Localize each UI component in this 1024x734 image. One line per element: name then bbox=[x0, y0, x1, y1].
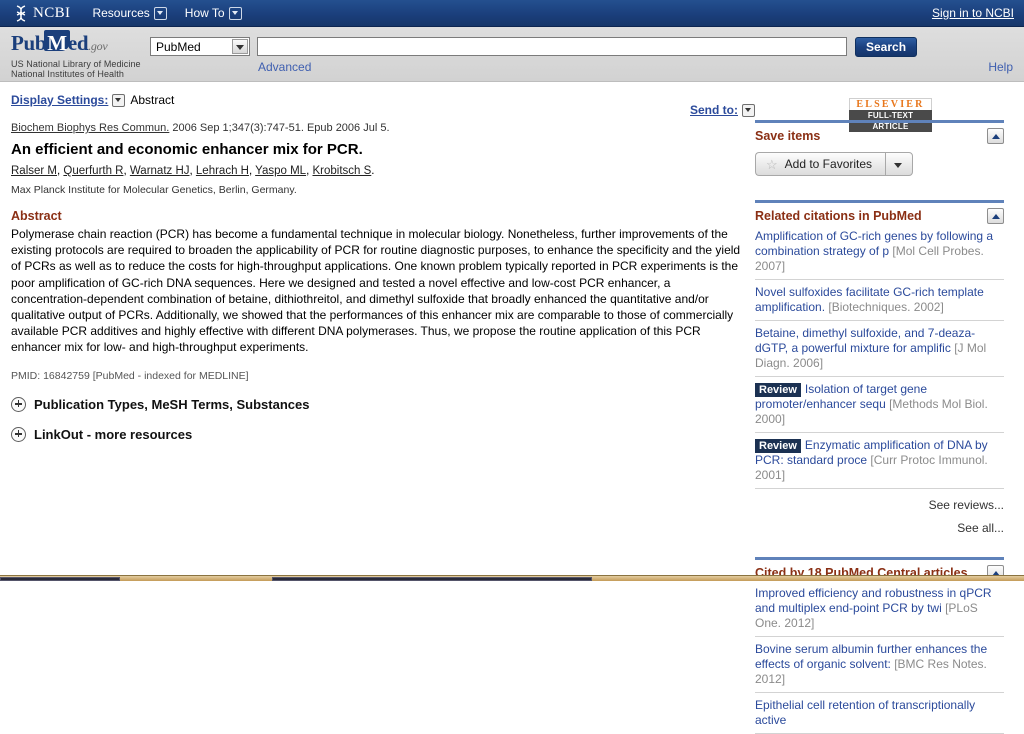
author-link[interactable]: Ralser M bbox=[11, 165, 57, 177]
plus-icon bbox=[11, 426, 26, 442]
author-link[interactable]: Warnatz HJ bbox=[130, 165, 190, 177]
star-icon: ☆ bbox=[766, 156, 778, 172]
author-link[interactable]: Lehrach H bbox=[196, 165, 249, 177]
taskbar-item[interactable] bbox=[0, 577, 120, 581]
collapse-toggle-icon[interactable] bbox=[987, 208, 1004, 224]
help-link[interactable]: Help bbox=[988, 60, 1013, 74]
author-separator: . bbox=[371, 165, 375, 177]
ncbi-wordmark: NCBI bbox=[33, 4, 71, 21]
author-link[interactable]: Yaspo ML bbox=[255, 165, 306, 177]
display-settings-value: Abstract bbox=[130, 93, 175, 107]
logo-ed: ed bbox=[67, 31, 89, 55]
menu-how-to-label: How To bbox=[184, 6, 225, 20]
page-body: Display Settings: Abstract Biochem Bioph… bbox=[0, 82, 1024, 734]
panel-header: Save items bbox=[755, 128, 1004, 144]
plus-icon bbox=[11, 396, 26, 412]
pubmed-header: PubMed.gov US National Library of Medici… bbox=[0, 27, 1024, 82]
affiliation: Max Planck Institute for Molecular Genet… bbox=[11, 184, 297, 196]
author-link[interactable]: Krobitsch S bbox=[312, 165, 371, 177]
related-citation-item[interactable]: Review Isolation of target gene promoter/… bbox=[755, 377, 1004, 433]
article-title: An efficient and economic enhancer mix f… bbox=[11, 141, 363, 158]
sidebar: Save items ☆ Add to Favorites Related ci… bbox=[755, 82, 1014, 734]
display-settings-control[interactable]: Display Settings: Abstract bbox=[11, 92, 755, 108]
ncbi-menu: Resources How To bbox=[92, 6, 242, 20]
panel-divider bbox=[755, 557, 1004, 560]
add-to-favorites-button[interactable]: ☆ Add to Favorites bbox=[755, 152, 886, 176]
panel-header: Related citations in PubMed bbox=[755, 208, 1004, 224]
collapse-toggle-icon[interactable] bbox=[987, 128, 1004, 144]
ncbi-logo[interactable]: NCBI bbox=[14, 5, 70, 22]
chevron-down-icon bbox=[112, 93, 126, 107]
citation-title: Betaine, dimethyl sulfoxide, and 7-deaza… bbox=[755, 326, 976, 355]
related-citation-item[interactable]: Novel sulfoxides facilitate GC-rich temp… bbox=[755, 280, 1004, 321]
search-button[interactable]: Search bbox=[855, 37, 918, 57]
see-reviews-link[interactable]: See reviews... bbox=[755, 498, 1004, 512]
panel-cited-by: Cited by 18 PubMed Central articles Impr… bbox=[755, 557, 1004, 734]
subtitle-line-1: US National Library of Medicine bbox=[11, 59, 141, 69]
logo-m: M bbox=[44, 30, 70, 55]
subtitle-line-2: National Institutes of Health bbox=[11, 69, 124, 79]
add-to-favorites-group: ☆ Add to Favorites bbox=[755, 152, 1004, 176]
pubmed-wordmark: PubMed.gov bbox=[11, 30, 141, 57]
sign-in-link[interactable]: Sign in to NCBI bbox=[932, 6, 1014, 20]
database-select-value: PubMed bbox=[156, 39, 201, 54]
abstract-text: Polymerase chain reaction (PCR) has beco… bbox=[11, 227, 741, 355]
expand-publication-types[interactable]: Publication Types, MeSH Terms, Substance… bbox=[11, 396, 755, 412]
menu-resources[interactable]: Resources bbox=[92, 6, 167, 20]
review-badge: Review bbox=[755, 439, 801, 453]
cited-by-item[interactable]: Improved efficiency and robustness in qP… bbox=[755, 581, 1004, 637]
add-to-favorites-label: Add to Favorites bbox=[784, 157, 873, 171]
content-wrap: Display Settings: Abstract Biochem Bioph… bbox=[0, 82, 1024, 734]
logo-gov: .gov bbox=[88, 39, 108, 53]
abstract-heading: Abstract bbox=[11, 209, 62, 223]
journal-link[interactable]: Biochem Biophys Res Commun. bbox=[11, 122, 169, 134]
save-items-title: Save items bbox=[755, 129, 821, 143]
os-taskbar bbox=[0, 575, 1024, 581]
citation-line: Biochem Biophys Res Commun. 2006 Sep 1;3… bbox=[11, 121, 755, 135]
expand-linkout[interactable]: LinkOut - more resources bbox=[11, 426, 755, 442]
cited-by-list: Improved efficiency and robustness in qP… bbox=[755, 581, 1004, 734]
search-input[interactable] bbox=[257, 37, 847, 56]
expand-linkout-label: LinkOut - more resources bbox=[34, 426, 193, 442]
panel-divider bbox=[755, 200, 1004, 203]
dna-helix-icon bbox=[16, 4, 26, 22]
citation-detail: 2006 Sep 1;347(3):747-51. Epub 2006 Jul … bbox=[169, 122, 390, 134]
cited-by-item[interactable]: Epithelial cell retention of transcripti… bbox=[755, 693, 1004, 734]
expand-publication-types-label: Publication Types, MeSH Terms, Substance… bbox=[34, 396, 310, 412]
display-settings-label: Display Settings: bbox=[11, 93, 109, 107]
related-citation-item[interactable]: Betaine, dimethyl sulfoxide, and 7-deaza… bbox=[755, 321, 1004, 377]
panel-related-citations: Related citations in PubMed Amplificatio… bbox=[755, 200, 1004, 535]
related-citation-item[interactable]: Review Enzymatic amplification of DNA by … bbox=[755, 433, 1004, 489]
pubmed-logo[interactable]: PubMed.gov US National Library of Medici… bbox=[11, 30, 141, 79]
pmid-line: PMID: 16842759 [PubMed - indexed for MED… bbox=[11, 369, 249, 382]
see-all-link[interactable]: See all... bbox=[755, 521, 1004, 535]
logo-pub: Pub bbox=[11, 31, 47, 55]
search-row: PubMed Search bbox=[150, 37, 918, 57]
panel-save-items: Save items ☆ Add to Favorites bbox=[755, 120, 1004, 176]
taskbar-item[interactable] bbox=[272, 577, 592, 581]
advanced-search-link[interactable]: Advanced bbox=[258, 60, 311, 74]
main-column: Display Settings: Abstract Biochem Bioph… bbox=[0, 82, 755, 442]
cited-by-item[interactable]: Bovine serum albumin further enhances th… bbox=[755, 637, 1004, 693]
ncbi-top-bar: NCBI Resources How To Sign in to NCBI bbox=[0, 0, 1024, 27]
database-select[interactable]: PubMed bbox=[150, 37, 250, 56]
favorites-dropdown-button[interactable] bbox=[885, 152, 914, 176]
menu-resources-label: Resources bbox=[92, 6, 150, 20]
chevron-down-icon bbox=[153, 6, 167, 20]
chevron-down-icon bbox=[228, 6, 242, 20]
citation-source: [Biotechniques. 2002] bbox=[828, 300, 944, 314]
review-badge: Review bbox=[755, 383, 801, 397]
pubmed-subtitle: US National Library of Medicine National… bbox=[11, 59, 141, 79]
menu-how-to[interactable]: How To bbox=[185, 6, 242, 20]
related-citations-title: Related citations in PubMed bbox=[755, 209, 922, 223]
author-link[interactable]: Querfurth R bbox=[63, 165, 123, 177]
author-list: Ralser M, Querfurth R, Warnatz HJ, Lehra… bbox=[11, 164, 755, 179]
citation-title: Epithelial cell retention of transcripti… bbox=[755, 698, 976, 727]
ncbi-topbar-right: Sign in to NCBI bbox=[932, 6, 1014, 20]
panel-divider bbox=[755, 120, 1004, 123]
related-citation-item[interactable]: Amplification of GC-rich genes by follow… bbox=[755, 224, 1004, 280]
chevron-down-icon bbox=[232, 39, 248, 54]
related-citations-list: Amplification of GC-rich genes by follow… bbox=[755, 224, 1004, 489]
